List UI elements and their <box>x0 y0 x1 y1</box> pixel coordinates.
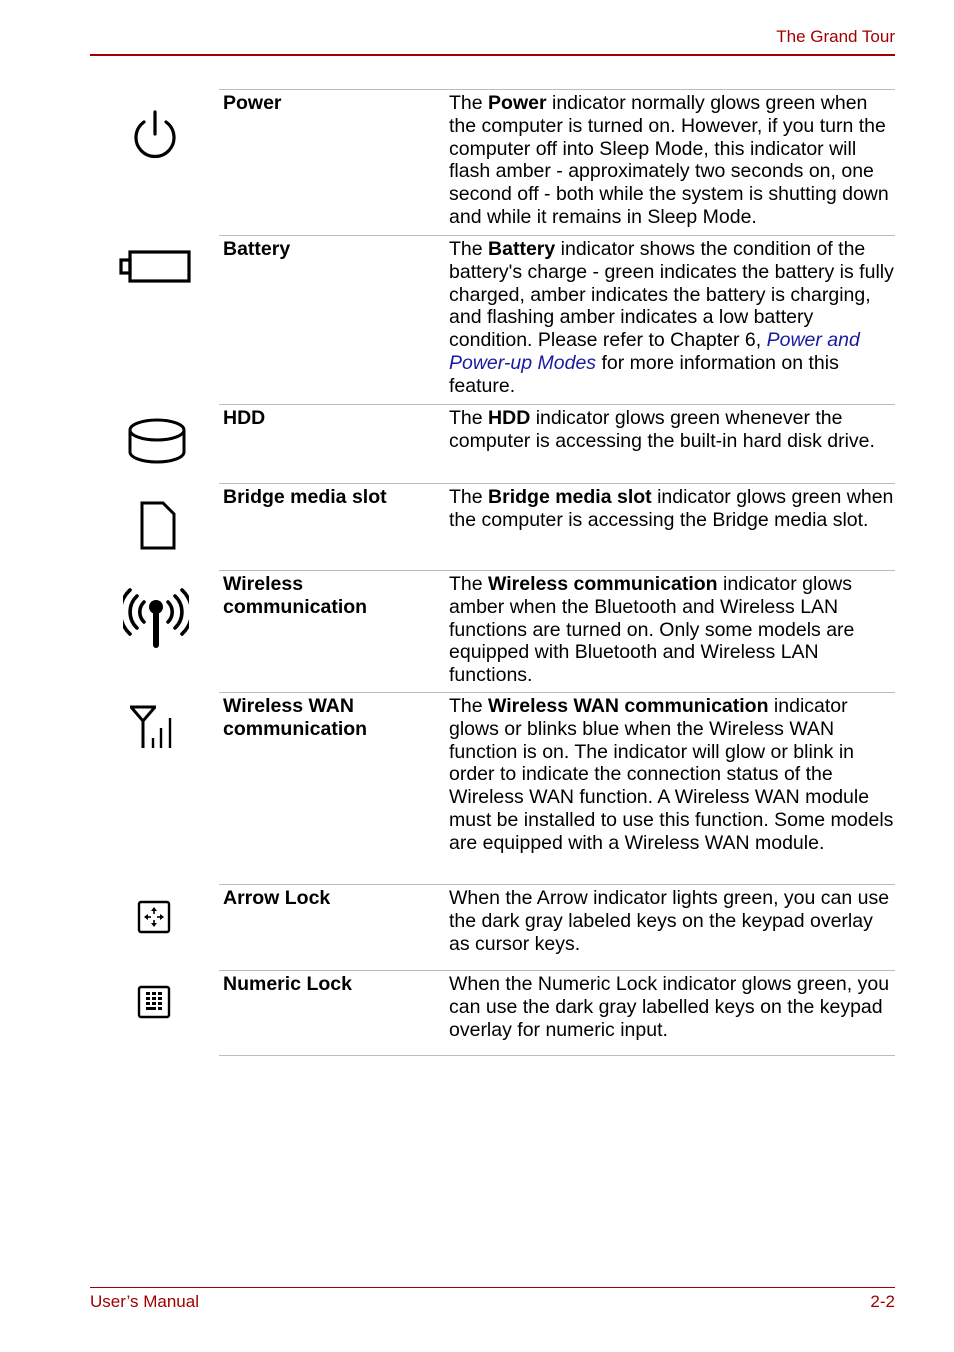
term-numeric-lock: Numeric Lock <box>223 973 352 995</box>
table-row-hdd: HDD The HDD indicator glows green whenev… <box>219 404 895 483</box>
desc-wireless: The Wireless communication indicator glo… <box>449 573 855 687</box>
term-battery: Battery <box>223 238 291 260</box>
header-rule <box>90 54 895 56</box>
wireless-antenna-icon <box>123 588 189 648</box>
desc-bridge-media: The Bridge media slot indicator glows gr… <box>449 486 894 531</box>
term-wireless: Wireless communication <box>223 573 368 618</box>
desc-power: The Power indicator normally glows green… <box>449 92 889 228</box>
desc-wireless-wan: The Wireless WAN communication indicator… <box>449 695 894 854</box>
term-arrow-lock: Arrow Lock <box>223 887 331 909</box>
term-wireless-wan: Wireless WAN communication <box>223 695 368 740</box>
table-row-wireless: Wireless communication The Wireless comm… <box>219 570 895 692</box>
table-row-numeric-lock: Numeric Lock When the Numeric Lock indic… <box>219 970 895 1056</box>
footer-manual-title: User’s Manual <box>90 1292 199 1311</box>
arrow-lock-icon <box>137 900 171 934</box>
running-header-title: The Grand Tour <box>776 27 895 46</box>
table-row-bridge-media: Bridge media slot The Bridge media slot … <box>219 483 895 570</box>
numeric-lock-icon <box>137 985 171 1019</box>
power-icon <box>134 110 176 159</box>
footer-rule <box>90 1287 895 1288</box>
media-card-icon <box>140 501 176 550</box>
term-hdd: HDD <box>223 407 266 429</box>
wan-signal-icon <box>129 705 172 748</box>
desc-hdd: The HDD indicator glows green whenever t… <box>449 407 875 452</box>
table-row-arrow-lock: Arrow Lock When the Arrow indicator ligh… <box>219 884 895 970</box>
desc-numeric-lock: When the Numeric Lock indicator glows gr… <box>449 973 890 1041</box>
table-row-battery: Battery The Battery indicator shows the … <box>219 235 895 404</box>
indicator-table: Power The Power indicator normally glows… <box>219 89 895 1056</box>
term-power: Power <box>223 92 282 114</box>
hdd-icon <box>128 418 186 464</box>
table-row-wireless-wan: Wireless WAN communication The Wireless … <box>219 692 895 884</box>
table-row-power: Power The Power indicator normally glows… <box>219 89 895 235</box>
battery-icon <box>119 250 191 283</box>
term-bridge-media: Bridge media slot <box>223 486 387 508</box>
page-number: 2-2 <box>870 1292 895 1311</box>
desc-battery: The Battery indicator shows the conditio… <box>449 238 894 397</box>
desc-arrow-lock: When the Arrow indicator lights green, y… <box>449 887 890 955</box>
